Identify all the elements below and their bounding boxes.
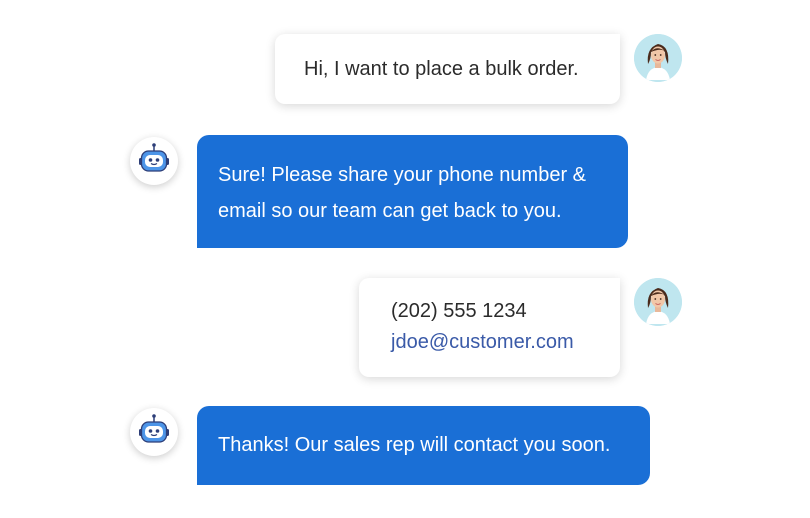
bot-message-bubble: Sure! Please share your phone number & e…	[197, 135, 628, 248]
bot-message-bubble: Thanks! Our sales rep will contact you s…	[197, 406, 650, 485]
bot-avatar-icon	[130, 137, 178, 185]
bot-message-line: Sure! Please share your phone number &	[218, 164, 586, 186]
phone-number-text: (202) 555 1234	[391, 300, 527, 322]
user-avatar-icon	[634, 34, 682, 82]
email-link[interactable]: jdoe@customer.com	[391, 327, 620, 358]
bot-message-text: Thanks! Our sales rep will contact you s…	[218, 434, 611, 456]
bot-message-line: email so our team can get back to you.	[218, 200, 562, 222]
chat-conversation: Hi, I want to place a bulk order. Sure! …	[0, 0, 810, 518]
user-message-bubble: Hi, I want to place a bulk order.	[275, 34, 620, 104]
user-avatar-icon	[634, 278, 682, 326]
bot-avatar-icon	[130, 408, 178, 456]
user-message-text: Hi, I want to place a bulk order.	[304, 58, 579, 80]
user-contact-bubble: (202) 555 1234 jdoe@customer.com	[359, 278, 620, 377]
